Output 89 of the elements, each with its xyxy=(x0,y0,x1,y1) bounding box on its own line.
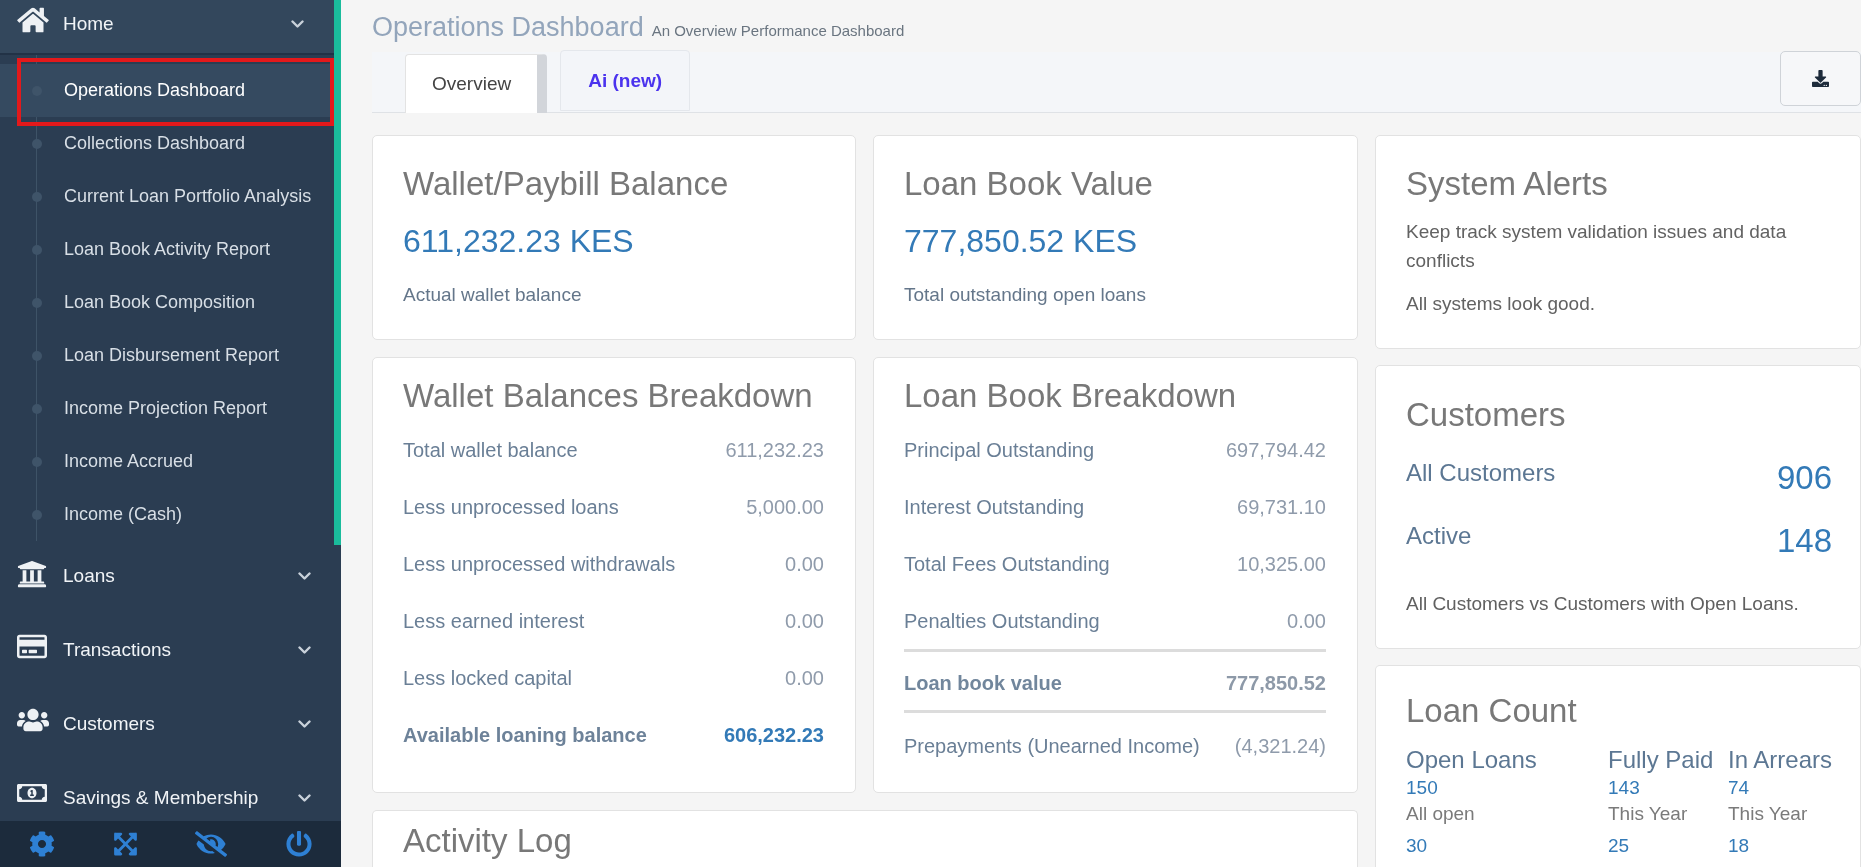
page-subtitle: An Overview Performance Dashboard xyxy=(651,22,905,39)
row-value: 606,232.23 xyxy=(723,723,824,746)
settings-icon[interactable] xyxy=(29,831,56,857)
chevron-down-icon xyxy=(298,720,311,728)
row-value: 10,325.00 xyxy=(1237,552,1326,575)
chevron-down-icon xyxy=(298,572,311,580)
row-value: (4,321.24) xyxy=(1234,734,1326,757)
submenu-item[interactable]: Income Accrued xyxy=(0,435,334,488)
bank-icon xyxy=(17,559,47,589)
alerts-description: Keep track system validation issues and data conflicts xyxy=(1406,220,1788,273)
row-value: 697,794.42 xyxy=(1225,438,1326,461)
row-label: Prepayments (Unearned Income) xyxy=(904,734,1200,757)
column-heading: In Arrears xyxy=(1728,746,1834,774)
customers-note: All Customers vs Customers with Open Loans. xyxy=(1406,593,1800,615)
row-value: 0.00 xyxy=(785,552,824,575)
row-label: Available loaning balance xyxy=(403,723,647,746)
row-label: Penalties Outstanding xyxy=(904,609,1100,632)
column-heading: Open Loans xyxy=(1406,746,1538,774)
count-caption: This Year xyxy=(1608,803,1689,825)
count-caption: All open xyxy=(1406,803,1476,825)
submenu-item[interactable]: Current Loan Portfolio Analysis xyxy=(0,170,334,223)
card-title: Loan Book Value xyxy=(904,164,1154,204)
card-title: Wallet Balances Breakdown xyxy=(403,376,814,416)
expand-icon[interactable] xyxy=(113,831,137,857)
home-icon xyxy=(17,6,49,34)
row-label: Loan book value xyxy=(904,672,1062,694)
count-caption: This Year xyxy=(1728,803,1809,825)
row-label: Interest Outstanding xyxy=(904,495,1085,518)
users-icon xyxy=(17,707,49,733)
chevron-down-icon xyxy=(298,646,311,654)
row-value: 5,000.00 xyxy=(746,495,824,518)
row-value: 611,232.23 xyxy=(725,438,824,461)
count-value: 18 xyxy=(1728,835,1751,857)
stat-value: 148 xyxy=(1776,521,1832,561)
banknote-icon xyxy=(17,781,47,805)
menu-item[interactable]: Savings & Membership xyxy=(0,775,334,821)
row-value: 69,731.10 xyxy=(1237,495,1326,518)
eye-slash-icon[interactable] xyxy=(195,831,228,857)
card-title: Loan Book Breakdown xyxy=(904,376,1238,416)
scrollbar-thumb[interactable] xyxy=(334,0,341,545)
download-button[interactable] xyxy=(1780,51,1861,106)
count-value: 150 xyxy=(1406,777,1439,799)
submenu-item[interactable]: Loan Book Composition xyxy=(0,276,334,329)
page-title: Operations Dashboard xyxy=(372,11,644,44)
row-label: Less earned interest xyxy=(403,609,585,632)
submenu-item[interactable]: Collections Dashboard xyxy=(0,117,334,170)
count-value: 143 xyxy=(1608,777,1641,799)
tab[interactable]: Ai (new) xyxy=(560,50,691,111)
count-value: 30 xyxy=(1406,835,1429,857)
row-value: 0.00 xyxy=(785,666,824,689)
stat-value: 906 xyxy=(1776,458,1832,498)
download-icon xyxy=(1812,70,1829,87)
menu-item[interactable]: Customers xyxy=(0,701,334,747)
menu-item[interactable]: Home xyxy=(0,0,334,55)
chevron-down-icon xyxy=(298,794,311,802)
submenu-item[interactable]: Income (Cash) xyxy=(0,488,334,541)
submenu-item[interactable]: Loan Book Activity Report xyxy=(0,223,334,276)
power-icon[interactable] xyxy=(285,831,312,857)
submenu-item[interactable]: Loan Disbursement Report xyxy=(0,329,334,382)
card-caption: Total outstanding open loans xyxy=(904,284,1147,306)
card-title: Wallet/Paybill Balance xyxy=(403,164,730,204)
balance-amount: 611,232.23 KES xyxy=(403,222,635,261)
card-caption: Actual wallet balance xyxy=(403,284,583,306)
row-label: Total Fees Outstanding xyxy=(904,552,1110,575)
submenu-item[interactable]: Income Projection Report xyxy=(0,382,334,435)
card-title: Customers xyxy=(1406,395,1567,435)
stat-label: All Customers xyxy=(1406,458,1556,488)
row-label: Total wallet balance xyxy=(403,438,578,461)
chevron-down-icon xyxy=(291,19,304,28)
menu-item[interactable]: Loans xyxy=(0,553,334,599)
stat-label: Active xyxy=(1406,521,1472,551)
tab[interactable]: Overview xyxy=(405,54,548,113)
count-value: 25 xyxy=(1608,835,1631,857)
row-value: 777,850.52 xyxy=(1225,672,1326,694)
menu-item[interactable]: Transactions xyxy=(0,627,334,673)
balance-amount: 777,850.52 KES xyxy=(904,222,1139,261)
row-label: Less unprocessed loans xyxy=(403,495,619,518)
row-label: Principal Outstanding xyxy=(904,438,1095,461)
row-value: 0.00 xyxy=(785,609,824,632)
count-value: 74 xyxy=(1728,777,1751,799)
card-title: System Alerts xyxy=(1406,164,1609,204)
card-title: Activity Log xyxy=(403,821,573,861)
alerts-status: All systems look good. xyxy=(1406,292,1597,316)
row-value: 0.00 xyxy=(1287,609,1326,632)
row-label: Less unprocessed withdrawals xyxy=(403,552,676,575)
credit-card-icon xyxy=(17,633,47,660)
row-label: Less locked capital xyxy=(403,666,572,689)
card-title: Loan Count xyxy=(1406,691,1578,731)
column-heading: Fully Paid xyxy=(1608,746,1715,774)
